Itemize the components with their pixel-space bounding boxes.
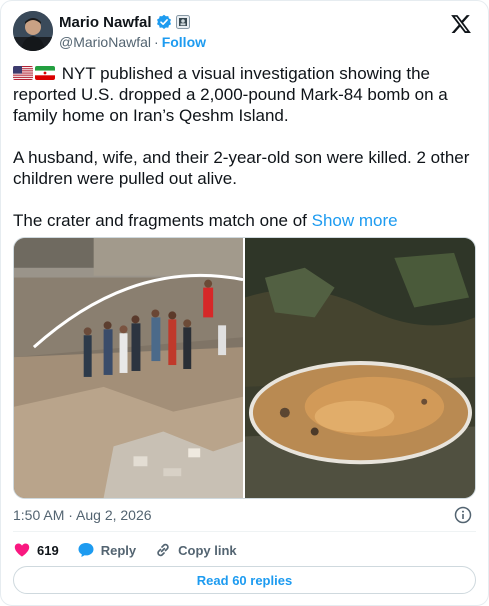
reply-bubble-icon <box>78 543 94 557</box>
crater-photo[interactable] <box>245 238 475 498</box>
reply-label: Reply <box>100 542 137 558</box>
verified-badge-icon <box>156 14 172 30</box>
media-grid <box>13 237 476 499</box>
display-name[interactable]: Mario Nawfal <box>59 14 152 31</box>
tweet-paragraph-2: A husband, wife, and their 2-year-old so… <box>13 148 470 188</box>
like-count: 619 <box>37 542 59 558</box>
separator: · <box>154 34 159 50</box>
avatar[interactable] <box>13 11 53 51</box>
link-icon <box>157 543 169 557</box>
read-replies-button[interactable]: Read 60 replies <box>13 566 476 594</box>
like-button[interactable]: 619 <box>13 541 59 559</box>
reply-button[interactable]: Reply <box>77 541 136 559</box>
x-logo-icon[interactable] <box>450 13 472 35</box>
tweet-header: Mario Nawfal @MarioNawfal · Follow <box>13 11 476 55</box>
copy-link-label: Copy link <box>178 542 237 558</box>
info-icon[interactable] <box>454 506 472 524</box>
user-handle[interactable]: @MarioNawfal <box>59 34 151 50</box>
tweet-paragraph-1: NYT published a visual investigation sho… <box>13 63 475 126</box>
iran-flag-icon <box>35 66 55 80</box>
action-bar: 619 Reply Copy link <box>13 539 255 561</box>
us-flag-icon <box>13 66 33 80</box>
author-info: Mario Nawfal @MarioNawfal · Follow <box>59 12 206 52</box>
post-timestamp[interactable]: 1:50 AM · Aug 2, 2026 <box>13 507 152 523</box>
tweet-card: Mario Nawfal @MarioNawfal · Follow NYT p… <box>0 0 489 606</box>
show-more-link[interactable]: Show more <box>312 211 398 230</box>
copy-link-button[interactable]: Copy link <box>154 541 237 559</box>
divider <box>13 531 476 532</box>
tweet-text-3: The crater and fragments match one of <box>13 211 312 230</box>
tweet-paragraph-3: The crater and fragments match one of Sh… <box>13 210 475 231</box>
affiliate-badge-icon[interactable] <box>175 15 190 29</box>
rescue-scene-photo[interactable] <box>14 238 243 498</box>
follow-button[interactable]: Follow <box>162 34 206 50</box>
tweet-text-1: NYT published a visual investigation sho… <box>13 64 448 125</box>
tweet-text: NYT published a visual investigation sho… <box>13 63 475 231</box>
heart-icon <box>14 543 30 557</box>
